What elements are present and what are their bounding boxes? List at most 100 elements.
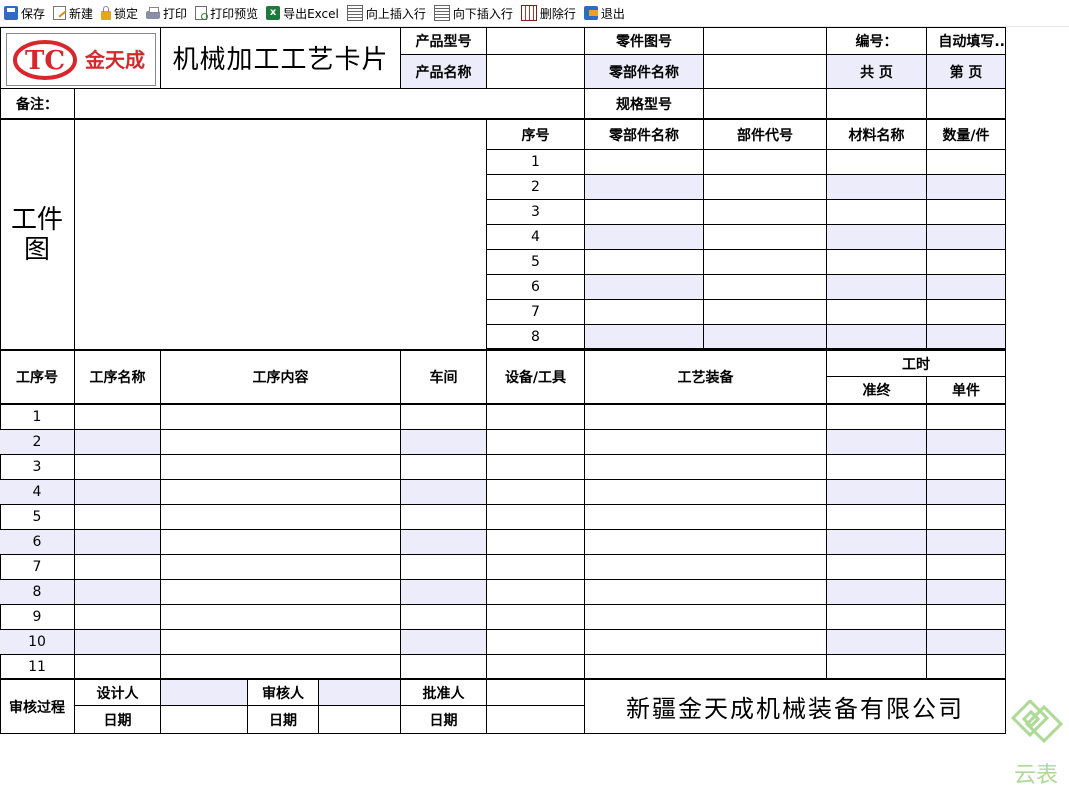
process-row-cell[interactable] [75, 630, 161, 655]
process-row-cell[interactable] [75, 530, 161, 555]
insert-row-below-button[interactable]: 向下插入行 [430, 0, 517, 26]
process-row-cell[interactable] [927, 405, 1006, 430]
process-row-cell[interactable] [401, 480, 487, 505]
approver-field[interactable] [487, 680, 585, 706]
parts-row-cell[interactable] [585, 300, 704, 325]
process-row-cell[interactable] [927, 455, 1006, 480]
process-row-cell[interactable] [585, 555, 827, 580]
parts-row-cell[interactable] [704, 325, 827, 349]
process-row-cell[interactable] [827, 455, 927, 480]
process-row-cell[interactable] [487, 630, 585, 655]
exit-button[interactable]: 退出 [580, 0, 629, 26]
parts-row-cell[interactable] [585, 175, 704, 200]
process-row-cell[interactable] [827, 480, 927, 505]
parts-row-cell[interactable] [704, 275, 827, 300]
process-row-cell[interactable] [585, 405, 827, 430]
process-row-cell[interactable] [401, 555, 487, 580]
parts-row-cell[interactable] [585, 275, 704, 300]
process-row-cell[interactable] [585, 630, 827, 655]
process-row-cell[interactable] [487, 480, 585, 505]
parts-row-cell[interactable] [585, 325, 704, 349]
process-row-cell[interactable] [161, 555, 401, 580]
process-row-cell[interactable] [401, 605, 487, 630]
process-row-cell[interactable] [827, 405, 927, 430]
parts-row-cell[interactable] [827, 225, 927, 250]
process-row-cell[interactable] [161, 455, 401, 480]
process-row-cell[interactable] [75, 605, 161, 630]
designer-field[interactable] [161, 680, 248, 706]
process-row-cell[interactable] [585, 530, 827, 555]
parts-row-cell[interactable] [827, 300, 927, 325]
parts-row-cell[interactable] [927, 325, 1006, 349]
process-row-cell[interactable] [75, 555, 161, 580]
reviewer-field[interactable] [319, 680, 401, 706]
process-row-cell[interactable] [401, 455, 487, 480]
parts-row-cell[interactable] [927, 225, 1006, 250]
product-model-field[interactable] [487, 27, 585, 55]
parts-row-cell[interactable] [704, 150, 827, 175]
process-row-cell[interactable] [927, 555, 1006, 580]
insert-row-above-button[interactable]: 向上插入行 [343, 0, 430, 26]
parts-row-cell[interactable] [585, 225, 704, 250]
save-button[interactable]: 保存 [0, 0, 49, 26]
process-row-cell[interactable] [827, 605, 927, 630]
process-row-cell[interactable] [161, 505, 401, 530]
print-button[interactable]: 打印 [142, 0, 191, 26]
process-row-cell[interactable] [161, 605, 401, 630]
parts-row-cell[interactable] [704, 225, 827, 250]
parts-row-cell[interactable] [827, 325, 927, 349]
process-row-cell[interactable] [75, 405, 161, 430]
process-row-cell[interactable] [827, 580, 927, 605]
process-row-cell[interactable] [927, 630, 1006, 655]
number-field[interactable]: 自动填写.. [927, 27, 1006, 55]
process-row-cell[interactable] [75, 480, 161, 505]
parts-row-cell[interactable] [704, 250, 827, 275]
page-number-field[interactable]: 第 页 [927, 55, 1006, 89]
parts-row-cell[interactable] [827, 150, 927, 175]
export-excel-button[interactable]: x 导出Excel [262, 0, 343, 26]
process-row-cell[interactable] [487, 580, 585, 605]
parts-row-cell[interactable] [927, 175, 1006, 200]
process-row-cell[interactable] [401, 505, 487, 530]
process-row-cell[interactable] [927, 530, 1006, 555]
parts-row-cell[interactable] [927, 150, 1006, 175]
parts-row-cell[interactable] [827, 175, 927, 200]
process-row-cell[interactable] [487, 555, 585, 580]
process-row-cell[interactable] [161, 630, 401, 655]
product-name-field[interactable] [487, 55, 585, 89]
parts-row-cell[interactable] [827, 250, 927, 275]
process-row-cell[interactable] [585, 655, 827, 680]
part-drawing-no-field[interactable] [704, 27, 827, 55]
remark-field[interactable] [75, 89, 585, 119]
process-row-cell[interactable] [75, 455, 161, 480]
process-row-cell[interactable] [401, 405, 487, 430]
process-row-cell[interactable] [75, 580, 161, 605]
process-row-cell[interactable] [401, 580, 487, 605]
process-row-cell[interactable] [585, 455, 827, 480]
process-row-cell[interactable] [585, 580, 827, 605]
process-row-cell[interactable] [487, 530, 585, 555]
delete-row-button[interactable]: 删除行 [517, 0, 580, 26]
parts-row-cell[interactable] [704, 175, 827, 200]
process-row-cell[interactable] [827, 555, 927, 580]
process-row-cell[interactable] [401, 430, 487, 455]
lock-button[interactable]: 锁定 [97, 0, 142, 26]
process-row-cell[interactable] [487, 455, 585, 480]
process-row-cell[interactable] [401, 530, 487, 555]
process-row-cell[interactable] [75, 655, 161, 680]
process-row-cell[interactable] [827, 430, 927, 455]
process-row-cell[interactable] [161, 480, 401, 505]
process-row-cell[interactable] [927, 655, 1006, 680]
parts-row-cell[interactable] [827, 200, 927, 225]
process-row-cell[interactable] [487, 405, 585, 430]
parts-row-cell[interactable] [704, 300, 827, 325]
process-row-cell[interactable] [161, 405, 401, 430]
process-row-cell[interactable] [585, 430, 827, 455]
print-preview-button[interactable]: 打印预览 [191, 0, 262, 26]
design-date-field[interactable] [161, 706, 248, 734]
process-row-cell[interactable] [827, 505, 927, 530]
process-row-cell[interactable] [401, 655, 487, 680]
process-row-cell[interactable] [585, 605, 827, 630]
process-row-cell[interactable] [487, 430, 585, 455]
spec-extra-field-2[interactable] [927, 89, 1006, 119]
